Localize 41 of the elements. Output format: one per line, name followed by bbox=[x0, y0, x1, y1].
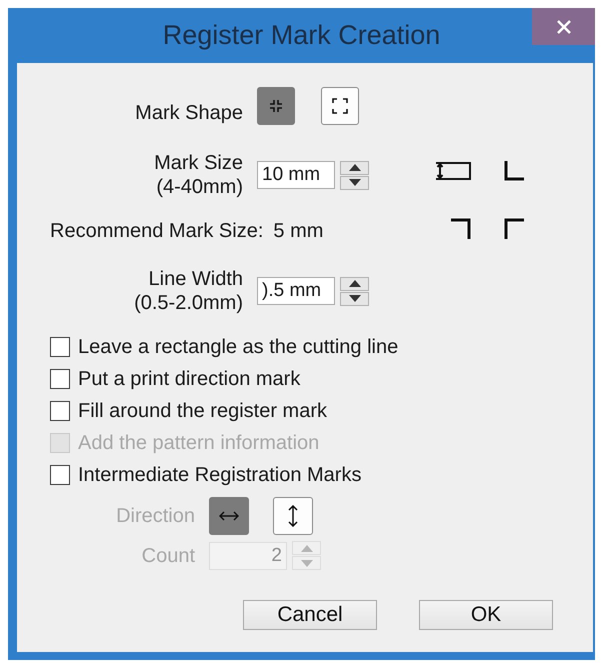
mark-shape-toggle[interactable] bbox=[257, 87, 295, 125]
checkbox-label: Fill around the register mark bbox=[78, 400, 327, 422]
checkbox-label: Add the pattern information bbox=[78, 432, 320, 454]
number-field[interactable]: 10 mm bbox=[257, 161, 335, 189]
field-label: Line Width bbox=[148, 268, 243, 290]
up-triangle-icon bbox=[348, 164, 360, 171]
close-button[interactable] bbox=[532, 8, 595, 45]
decrement-button[interactable] bbox=[340, 292, 369, 306]
close-icon bbox=[556, 18, 572, 34]
ok-button[interactable]: OK bbox=[419, 600, 553, 630]
inner-corners-icon bbox=[267, 97, 285, 115]
up-triangle-icon bbox=[348, 280, 360, 287]
up-triangle-icon bbox=[300, 544, 312, 552]
horizontal-arrow-icon bbox=[219, 511, 239, 521]
cancel-button[interactable]: Cancel bbox=[243, 600, 377, 630]
checkbox[interactable] bbox=[50, 337, 70, 357]
count-label: Count bbox=[142, 544, 195, 566]
down-triangle-icon bbox=[348, 179, 360, 186]
direction-label: Direction bbox=[116, 505, 195, 527]
down-triangle-icon bbox=[348, 295, 360, 302]
checkbox-label: Intermediate Registration Marks bbox=[78, 464, 362, 486]
recommend-label: Recommend Mark Size: bbox=[50, 220, 264, 242]
recommend-value: 5 mm bbox=[273, 220, 324, 242]
outer-corners-icon bbox=[331, 97, 349, 115]
checkbox[interactable] bbox=[50, 401, 70, 421]
checkbox-label: Put a print direction mark bbox=[78, 368, 300, 390]
number-field[interactable]: ).5 mm bbox=[257, 277, 335, 305]
decrement-button[interactable] bbox=[340, 176, 369, 190]
checkbox[interactable] bbox=[50, 369, 70, 389]
checkbox[interactable] bbox=[50, 465, 70, 485]
vertical-arrow-icon bbox=[288, 505, 298, 527]
window-title: Register Mark Creation bbox=[162, 20, 440, 51]
checkbox-label: Leave a rectangle as the cutting line bbox=[78, 336, 398, 358]
down-triangle-icon bbox=[300, 560, 312, 566]
increment-button[interactable] bbox=[340, 276, 369, 290]
range-label: (0.5-2.0mm) bbox=[134, 292, 243, 314]
range-label: (4-40mm) bbox=[156, 176, 243, 198]
mark-shape-toggle[interactable] bbox=[321, 87, 359, 125]
mark-shape-label: Mark Shape bbox=[135, 102, 243, 124]
field-label: Mark Size bbox=[154, 152, 243, 174]
increment-button[interactable] bbox=[340, 160, 369, 174]
